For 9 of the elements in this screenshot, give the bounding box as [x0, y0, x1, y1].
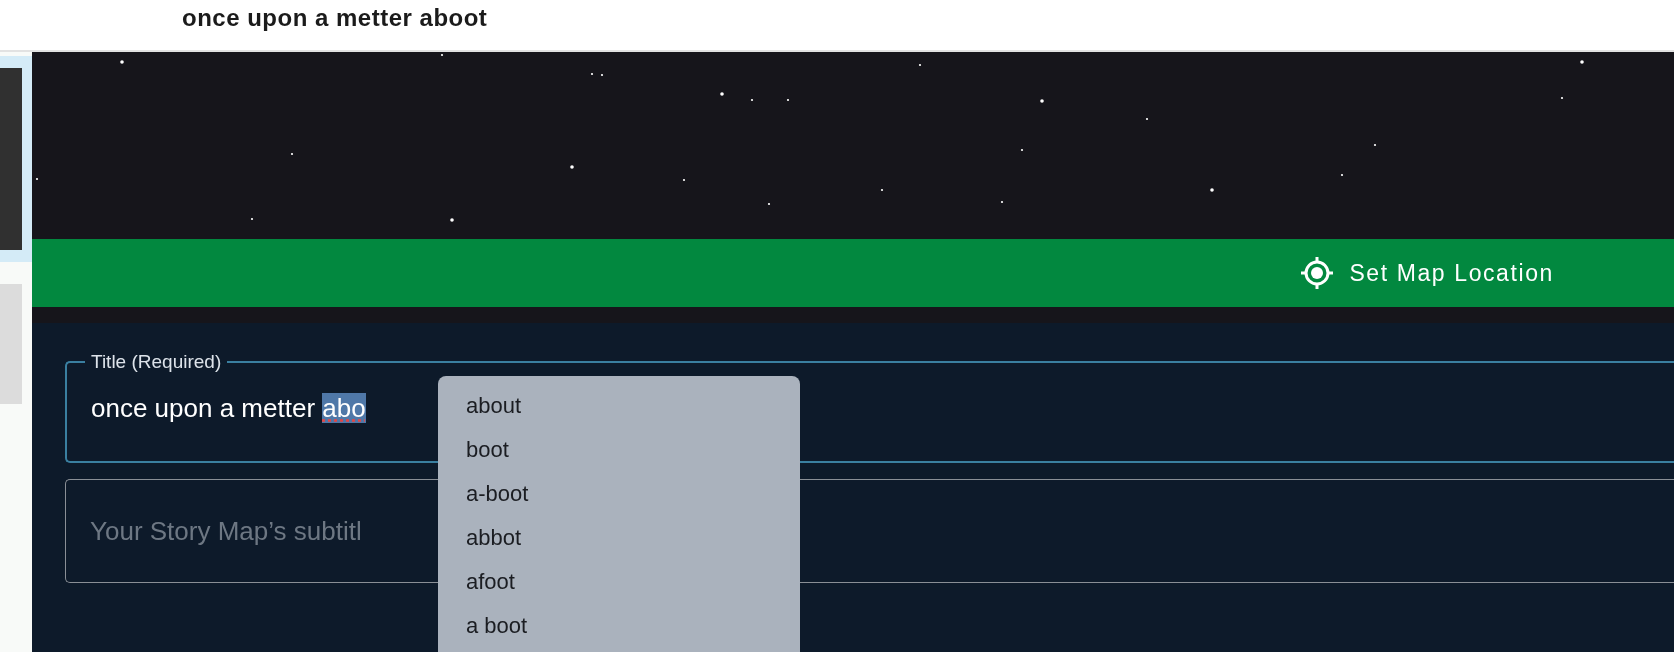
field-label: Title (Required)	[90, 351, 223, 373]
suggestion-item[interactable]: a boot	[466, 604, 800, 648]
field-value: once upon a metter abo	[91, 393, 366, 424]
crosshair-icon	[1299, 255, 1336, 291]
suggestion-item[interactable]: about	[466, 384, 800, 428]
suggestion-item[interactable]: abbot	[466, 516, 800, 560]
document-title: once upon a metter aboot	[182, 4, 488, 32]
slide-thumbnail[interactable]	[0, 56, 32, 262]
set-map-location-button[interactable]: Set Map Location	[1299, 251, 1554, 295]
